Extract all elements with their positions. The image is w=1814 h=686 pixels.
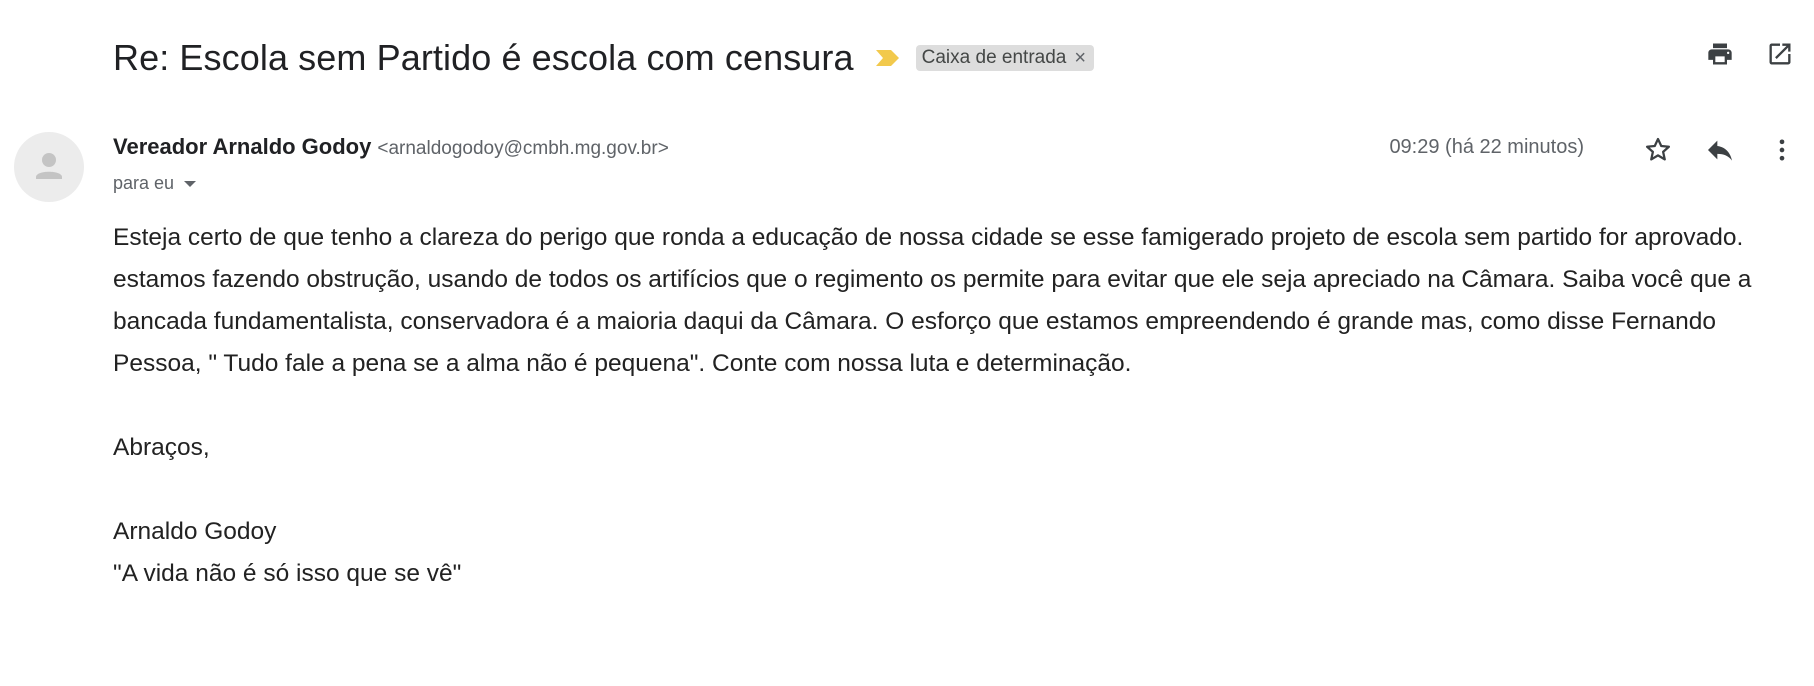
message-timestamp: 09:29 (há 22 minutos) [1389,136,1584,158]
sender-email: <arnaldogodoy@cmbh.mg.gov.br> [377,138,669,159]
open-in-new-window-icon[interactable] [1764,38,1796,70]
closing-text: Abraços, [113,434,210,461]
sender-avatar[interactable] [14,132,84,202]
recipients-text: para eu [113,173,175,193]
remove-label-button[interactable]: × [1074,47,1086,70]
recipients-toggle[interactable]: para eu [113,173,197,194]
email-subject: Re: Escola sem Partido é escola com cens… [113,37,854,78]
sender-name[interactable]: Vereador Arnaldo Godoy [113,134,371,160]
chevron-down-icon[interactable] [184,180,197,187]
label-chip-inbox[interactable]: Caixa de entrada × [915,45,1095,71]
signature-name: Arnaldo Godoy [113,518,277,545]
reply-icon[interactable] [1700,130,1740,170]
thread-actions [1704,38,1796,70]
sender-line: Vereador Arnaldo Godoy <arnaldogodoy@cmb… [113,134,669,160]
message-body: Esteja certo de que tenho a clareza do p… [113,217,1793,595]
importance-marker-icon[interactable] [874,48,902,68]
more-vertical-icon[interactable] [1762,130,1802,170]
signature-quote: "A vida não é só isso que se vê" [113,560,462,587]
print-icon[interactable] [1704,38,1736,70]
label-chip-text: Caixa de entrada [921,47,1067,68]
default-person-icon [36,153,62,179]
star-icon[interactable] [1638,130,1678,170]
body-paragraph: Esteja certo de que tenho a clareza do p… [113,224,1752,377]
message-actions [1638,130,1802,170]
subject-row: Re: Escola sem Partido é escola com cens… [113,28,1794,88]
